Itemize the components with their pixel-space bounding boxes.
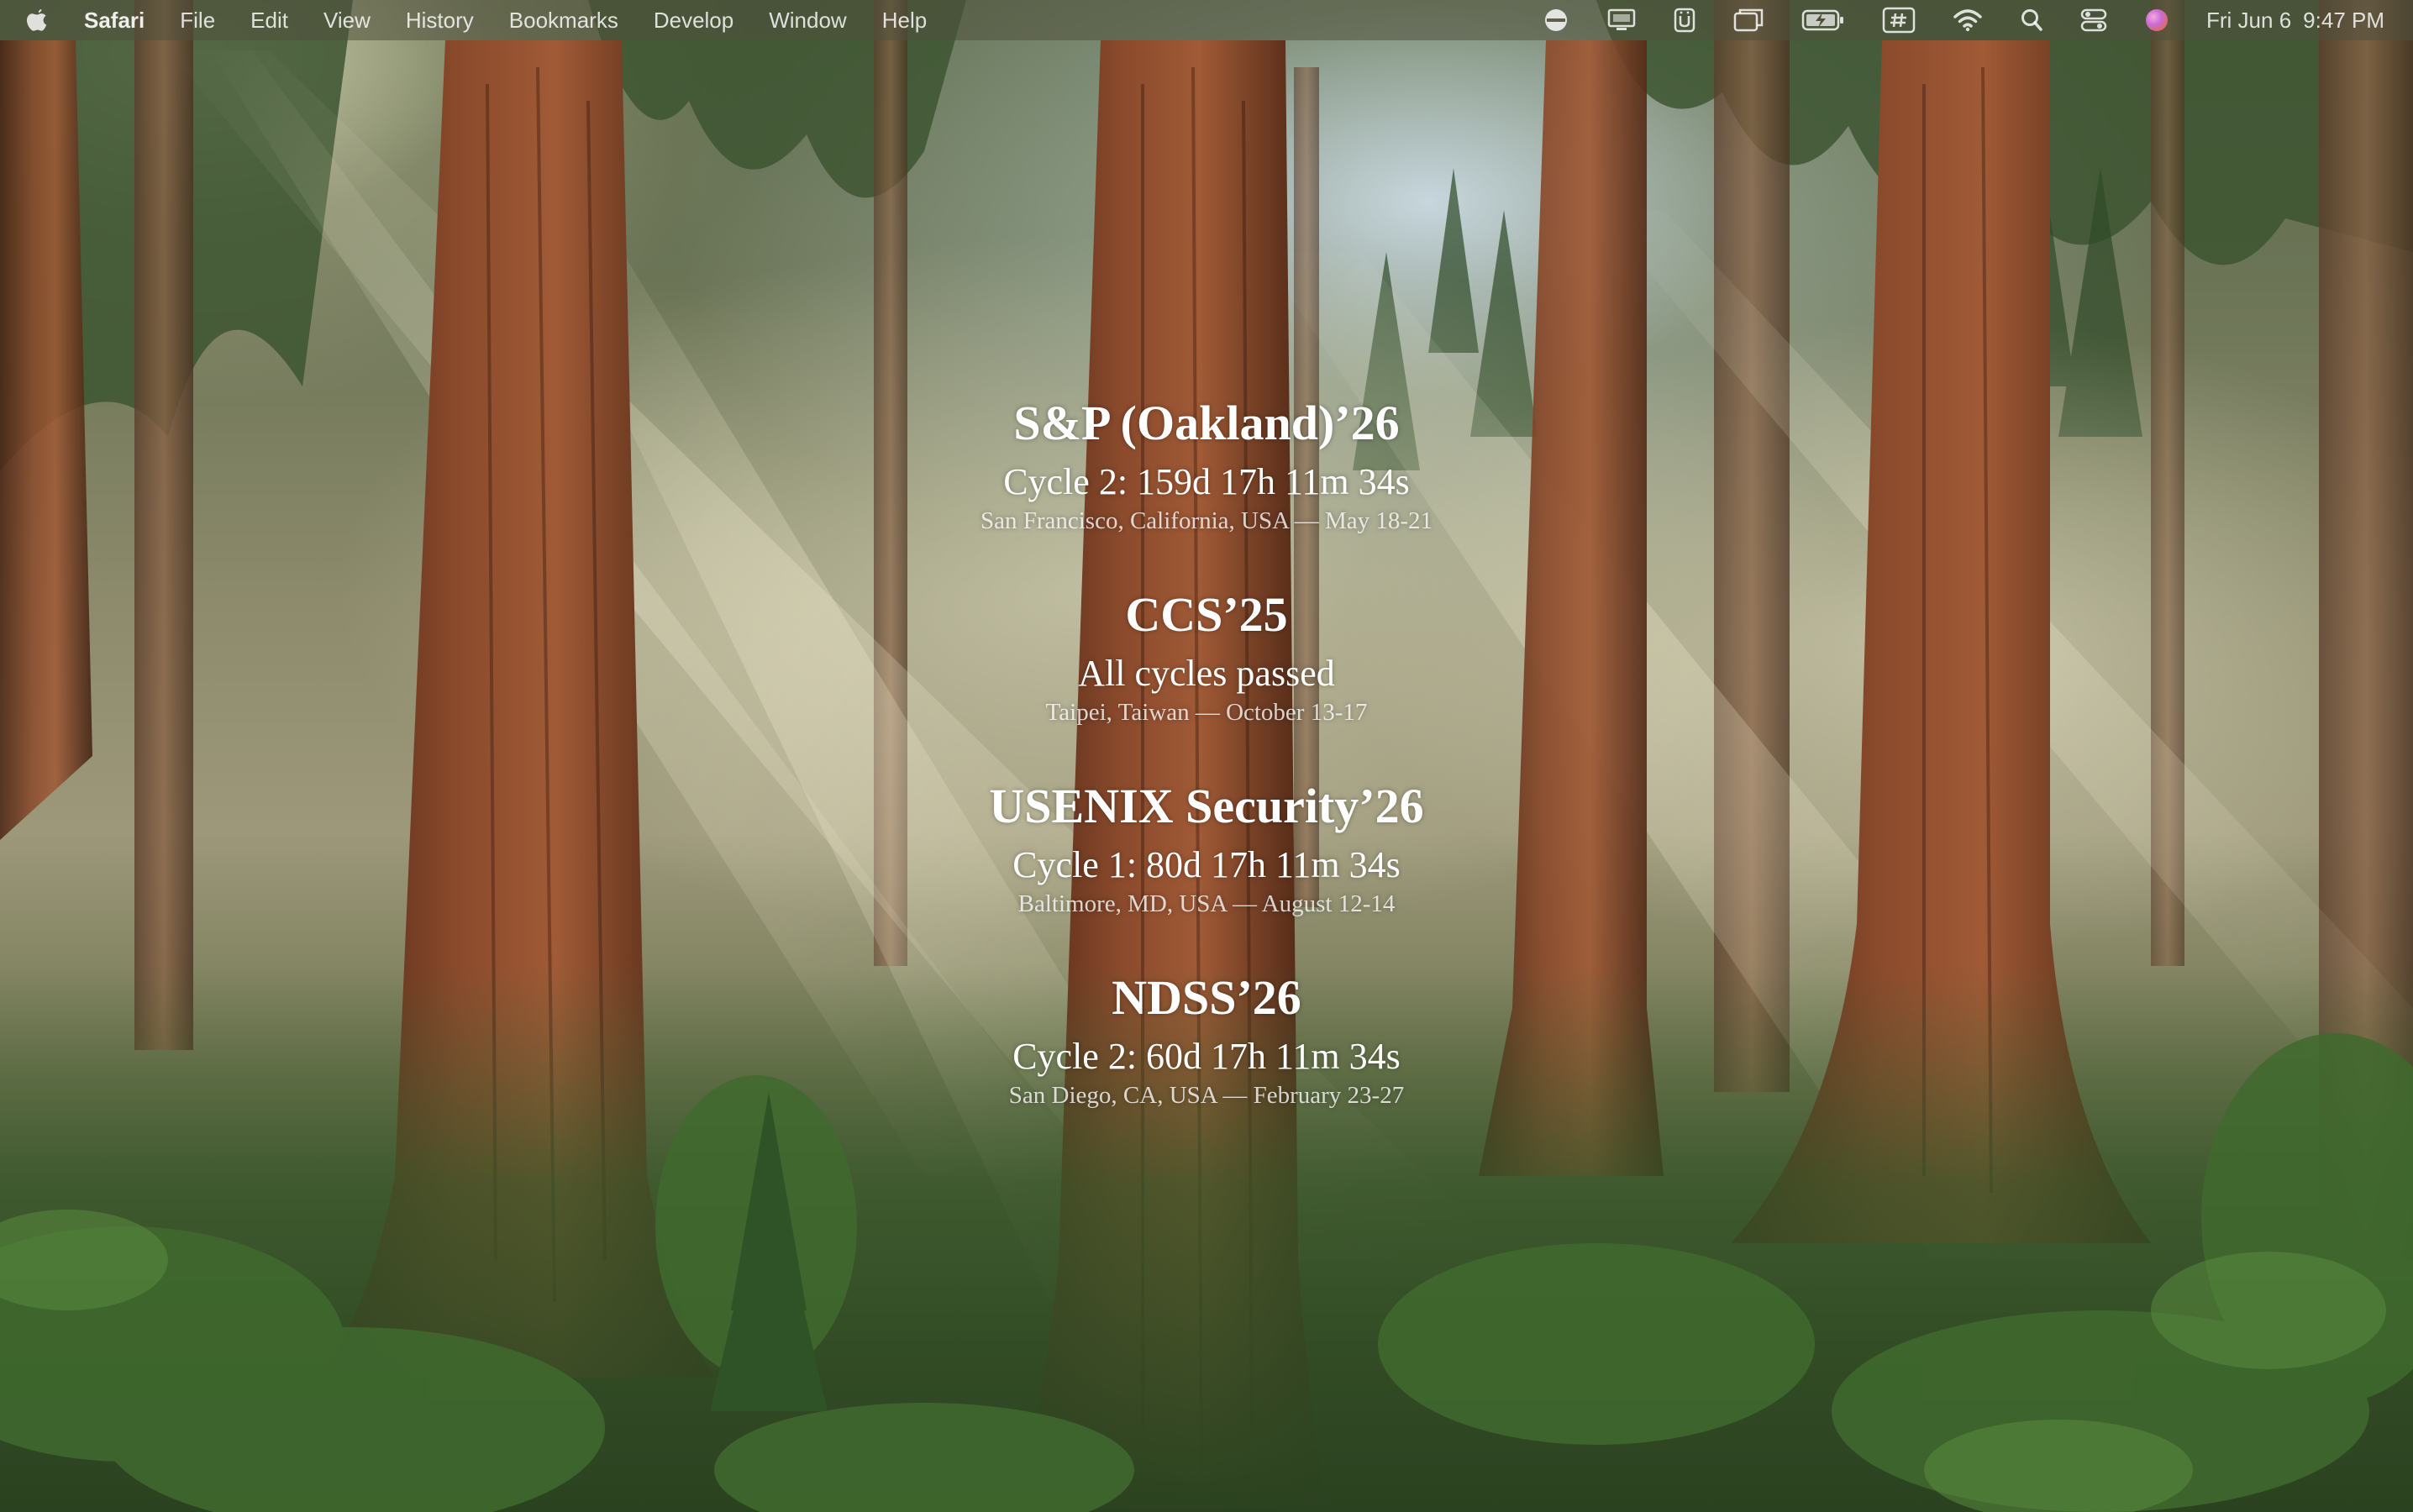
clock-date: Fri Jun 6 xyxy=(2206,7,2292,33)
siri-icon[interactable] xyxy=(2144,0,2169,40)
conference-location-date: San Diego, CA, USA — February 23-27 xyxy=(1008,1082,1405,1109)
conference-ccs: CCS’25 All cycles passed Taipei, Taiwan … xyxy=(870,578,1543,769)
desktop-screen: Safari File Edit View History Bookmarks … xyxy=(0,0,2413,1512)
menu-history[interactable]: History xyxy=(406,8,474,34)
menu-file[interactable]: File xyxy=(180,8,215,34)
conference-location-date: Baltimore, MD, USA — August 12-14 xyxy=(1017,890,1396,917)
battery-charging-icon[interactable] xyxy=(1801,0,1845,40)
menu-bookmarks[interactable]: Bookmarks xyxy=(509,8,618,34)
apple-menu-icon[interactable] xyxy=(25,6,50,34)
menu-window[interactable]: Window xyxy=(769,8,846,34)
menu-app-safari[interactable]: Safari xyxy=(84,8,145,34)
menu-bar: Safari File Edit View History Bookmarks … xyxy=(0,0,2413,40)
menubar-clock[interactable]: Fri Jun 6 9:47 PM xyxy=(2206,8,2384,34)
wifi-icon[interactable] xyxy=(1953,0,1983,40)
spotlight-search-icon[interactable] xyxy=(2020,0,2043,40)
conference-ndss: NDSS’26 Cycle 2: 60d 17h 11m 34s San Die… xyxy=(870,961,1543,1152)
conference-countdown-text: Cycle 2: 60d 17h 11m 34s xyxy=(1012,1036,1401,1077)
hashtag-icon[interactable] xyxy=(1882,0,1916,40)
conference-title: CCS’25 xyxy=(1125,587,1288,642)
screen-mirroring-icon[interactable] xyxy=(1732,0,1764,40)
conference-title: S&P (Oakland)’26 xyxy=(1013,396,1400,450)
control-center-icon[interactable] xyxy=(2080,0,2107,40)
conference-location-date: Taipei, Taiwan — October 13-17 xyxy=(1045,699,1368,726)
menu-edit[interactable]: Edit xyxy=(250,8,288,34)
conference-location-date: San Francisco, California, USA — May 18-… xyxy=(980,507,1433,534)
menu-view[interactable]: View xyxy=(323,8,371,34)
conference-countdown-text: Cycle 2: 159d 17h 11m 34s xyxy=(1003,461,1410,502)
conference-countdown: S&P (Oakland)’26 Cycle 2: 159d 17h 11m 3… xyxy=(870,386,1543,1152)
vpn-icon[interactable] xyxy=(1543,0,1569,40)
conference-countdown-text: Cycle 1: 80d 17h 11m 34s xyxy=(1012,844,1401,885)
menu-develop[interactable]: Develop xyxy=(654,8,733,34)
conference-sp: S&P (Oakland)’26 Cycle 2: 159d 17h 11m 3… xyxy=(870,386,1543,578)
text-input-icon[interactable] xyxy=(1674,0,1695,40)
menu-help[interactable]: Help xyxy=(882,8,927,34)
conference-usenix-security: USENIX Security’26 Cycle 1: 80d 17h 11m … xyxy=(870,769,1543,961)
conference-title: USENIX Security’26 xyxy=(989,779,1424,833)
clock-time: 9:47 PM xyxy=(2303,7,2384,33)
conference-title: NDSS’26 xyxy=(1112,970,1301,1025)
display-icon[interactable] xyxy=(1606,0,1637,40)
conference-countdown-text: All cycles passed xyxy=(1078,653,1335,694)
